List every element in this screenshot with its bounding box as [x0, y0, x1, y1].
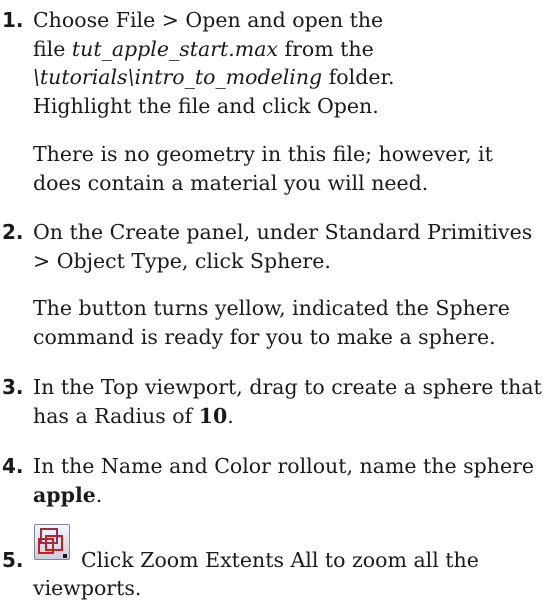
- step-instruction: Click Zoom Extents All to zoom all the: [81, 548, 479, 572]
- step-note: The button turns yellow, indicated the S…: [33, 296, 510, 349]
- instruction-line: file tut_apple_start.max from the: [33, 36, 374, 61]
- step-number: 5.: [2, 548, 24, 572]
- step-number: 2.: [2, 220, 24, 244]
- step-instruction: In the Name and Color rollout, name the …: [33, 454, 535, 507]
- step-number: 3.: [2, 375, 24, 399]
- tutorial-page: 1. Choose File > Open and open the file …: [0, 0, 552, 615]
- folder-path: \tutorials\intro_to_modeling: [33, 65, 323, 89]
- radius-value: 10: [198, 403, 228, 428]
- step-instruction: Choose File > Open and open the file tut…: [33, 6, 548, 120]
- step-instruction: On the Create panel, under Standard Prim…: [33, 220, 533, 273]
- instruction-line: \tutorials\intro_to_modeling folder.: [33, 65, 395, 89]
- object-name: apple: [33, 482, 96, 507]
- step-instruction: In the Top viewport, drag to create a sp…: [33, 375, 542, 428]
- step-number: 1.: [2, 8, 24, 32]
- step-note: There is no geometry in this file; howev…: [33, 142, 493, 195]
- instruction-line: Highlight the file and click Open.: [33, 93, 379, 118]
- step-number: 4.: [2, 454, 24, 478]
- step-instruction-cont: viewports.: [33, 576, 142, 600]
- instruction-line: Choose File > Open and open the: [33, 8, 384, 32]
- zoom-extents-all-icon: [34, 524, 70, 560]
- filename: tut_apple_start.max: [71, 36, 278, 61]
